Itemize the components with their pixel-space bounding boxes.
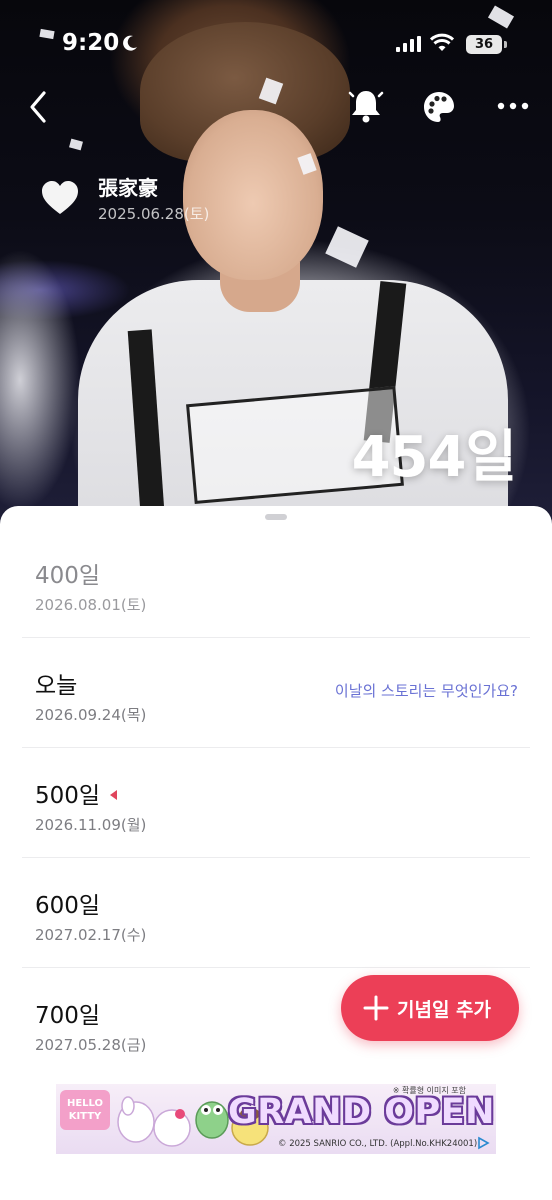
- start-date: 2025.06.28(토): [98, 205, 210, 223]
- ad-logo: HELLO KITTY: [60, 1090, 110, 1130]
- adchoices-icon[interactable]: [476, 1136, 490, 1150]
- photo-face: [183, 110, 323, 280]
- list-item[interactable]: 500일 2026.11.09(월): [22, 748, 530, 858]
- sheet-handle[interactable]: [265, 514, 287, 520]
- back-icon[interactable]: [24, 88, 54, 126]
- anniversary-date: 2026.11.09(월): [35, 816, 147, 834]
- ad-headline: GRAND OPEN: [228, 1092, 495, 1132]
- status-time: 9:20: [62, 30, 120, 56]
- anniversary-date: 2027.05.28(금): [35, 1036, 147, 1054]
- list-item[interactable]: 400일 2026.08.01(토): [22, 528, 530, 638]
- wifi-icon: [430, 33, 454, 51]
- app-screen: 9:20 36 張家豪 2025.06.28(토) 454일 400일 2026…: [0, 0, 552, 1200]
- anniversary-date: 2026.08.01(토): [35, 596, 147, 614]
- add-anniversary-label: 기념일 추가: [397, 999, 492, 1021]
- anniversary-title: 700일: [35, 1003, 101, 1029]
- heart-icon[interactable]: [40, 178, 80, 218]
- story-prompt-link[interactable]: 이날의 스토리는 무엇인가요?: [335, 680, 518, 701]
- plus-icon: [363, 995, 389, 1021]
- bell-icon[interactable]: [348, 88, 384, 124]
- anniversary-title: 600일: [35, 893, 101, 919]
- ad-copyright: © 2025 SANRIO CO., LTD. (Appl.No.KHK2400…: [278, 1139, 478, 1149]
- dday-counter: 454일: [351, 425, 517, 490]
- anniversary-date: 2026.09.24(목): [35, 706, 147, 724]
- list-item-today[interactable]: 오늘 2026.09.24(목) 이날의 스토리는 무엇인가요?: [22, 638, 530, 748]
- profile-name: 張家豪: [98, 176, 158, 200]
- anniversary-title: 오늘: [35, 673, 78, 699]
- next-marker-icon: [110, 789, 118, 800]
- battery-level: 36: [466, 35, 502, 54]
- anniversary-date: 2027.02.17(수): [35, 926, 147, 944]
- more-icon[interactable]: [496, 96, 530, 116]
- list-item[interactable]: 600일 2027.02.17(수): [22, 858, 530, 968]
- signal-icon: [396, 36, 421, 52]
- ad-banner[interactable]: HELLO KITTY GRAND OPEN ※ 확률형 이미지 포함 © 20…: [56, 1084, 496, 1154]
- anniversary-title: 500일: [35, 783, 101, 809]
- palette-icon[interactable]: [422, 90, 456, 124]
- anniversary-title: 400일: [35, 563, 101, 589]
- moon-icon: [123, 35, 137, 51]
- ad-top-note: ※ 확률형 이미지 포함: [392, 1086, 466, 1095]
- add-anniversary-button[interactable]: 기념일 추가: [341, 975, 519, 1041]
